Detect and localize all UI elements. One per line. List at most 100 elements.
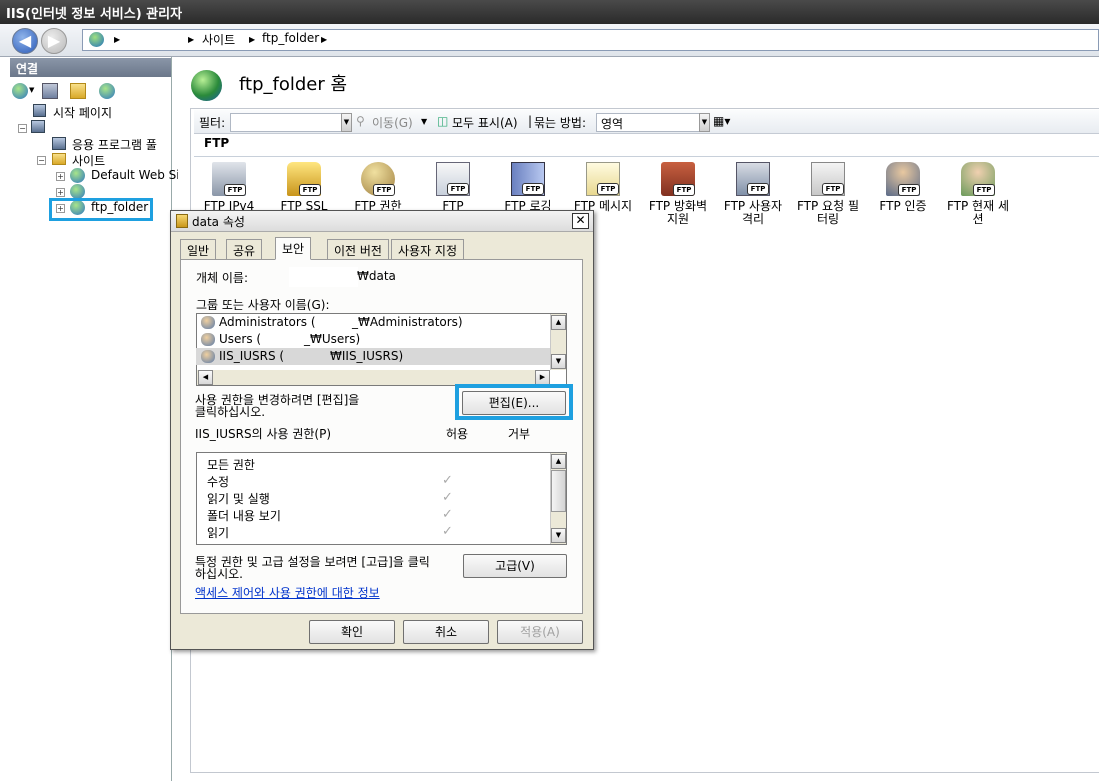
ok-button[interactable]: 확인 xyxy=(309,620,395,644)
perm-row-read-execute: 읽기 및 실행 xyxy=(207,492,270,506)
check-icon: ✓ xyxy=(442,490,453,505)
logging-icon: FTP xyxy=(511,162,545,196)
dropdown-arrow-icon[interactable]: ▼ xyxy=(421,117,427,126)
scroll-down-icon[interactable]: ▼ xyxy=(551,354,566,369)
disconnect-icon[interactable] xyxy=(99,83,115,99)
connections-title: 연결 xyxy=(16,62,39,76)
tree-item-app-pools[interactable]: 응용 프로그램 풀 xyxy=(72,136,157,153)
connections-header: 연결 xyxy=(10,58,171,77)
breadcrumb-ftp-folder[interactable]: ftp_folder xyxy=(262,31,319,45)
app-pool-icon xyxy=(52,137,66,150)
user-row-iis-iusrs-suffix: ₩IIS_IUSRS) xyxy=(330,349,404,363)
feature-ftp-firewall[interactable]: FTP FTP 방화벽 지원 xyxy=(643,162,713,226)
change-permission-text-2: 클릭하십시오. xyxy=(195,405,266,419)
highlight-box xyxy=(49,198,153,221)
check-icon: ✓ xyxy=(442,524,453,539)
sessions-icon: FTP xyxy=(961,162,995,196)
back-button[interactable]: ◀ xyxy=(12,28,38,54)
group-users-label: 그룹 또는 사용자 이름(G): xyxy=(196,298,330,312)
ipv4-icon: FTP xyxy=(212,162,246,196)
perm-row-list-folder: 폴더 내용 보기 xyxy=(207,509,281,523)
collapse-icon[interactable]: − xyxy=(18,124,27,133)
folder-up-icon[interactable] xyxy=(70,83,86,99)
scroll-up-icon[interactable]: ▲ xyxy=(551,315,566,330)
user-row-users-suffix: _₩Users) xyxy=(304,332,361,346)
object-name-label: 개체 이름: xyxy=(196,271,249,285)
user-isolation-icon: FTP xyxy=(736,162,770,196)
view-mode-icon[interactable]: ▦▾ xyxy=(713,114,730,128)
users-hscroll[interactable] xyxy=(197,370,550,385)
tree-item-sites[interactable]: 사이트 xyxy=(72,152,105,169)
scroll-thumb[interactable] xyxy=(551,470,566,512)
forward-button[interactable]: ▶ xyxy=(41,28,67,54)
folder-icon xyxy=(176,214,188,228)
breadcrumb-arrow-icon[interactable]: ▶ xyxy=(321,35,327,44)
collapse-icon[interactable]: − xyxy=(37,156,46,165)
directory-browsing-icon: FTP xyxy=(436,162,470,196)
group-dropdown-icon[interactable]: ▼ xyxy=(699,113,710,132)
binoculars-icon: ⚲ xyxy=(356,114,365,128)
tab-general[interactable]: 일반 xyxy=(180,239,217,259)
save-icon[interactable] xyxy=(42,83,58,99)
show-all-button[interactable]: 모두 표시(A) xyxy=(452,114,518,131)
request-filtering-icon: FTP xyxy=(811,162,845,196)
apply-button[interactable]: 적용(A) xyxy=(497,620,583,644)
section-header-ftp: FTP xyxy=(194,135,1099,157)
highlight-box xyxy=(455,384,573,420)
access-control-info-link[interactable]: 액세스 제어와 사용 권한에 대한 정보 xyxy=(195,584,380,601)
tab-sharing[interactable]: 공유 xyxy=(226,239,263,259)
feature-ftp-current-sessions[interactable]: FTP FTP 현재 세션 xyxy=(943,162,1013,226)
scroll-left-icon[interactable]: ◀ xyxy=(198,370,213,385)
feature-ftp-request-filtering[interactable]: FTP FTP 요청 필터링 xyxy=(793,162,863,226)
advanced-button[interactable]: 고급(V) xyxy=(463,554,567,578)
firewall-icon: FTP xyxy=(661,162,695,196)
tree-item-start-page[interactable]: 시작 페이지 xyxy=(53,104,112,121)
feature-ftp-authentication[interactable]: FTP FTP 인증 xyxy=(868,162,938,222)
start-page-icon xyxy=(33,104,46,117)
tab-security[interactable]: 보안 xyxy=(275,237,312,260)
tab-customize[interactable]: 사용자 지정 xyxy=(391,239,465,259)
filter-dropdown-icon[interactable]: ▼ xyxy=(341,113,352,132)
expand-icon[interactable]: + xyxy=(56,172,65,181)
user-row-administrators[interactable]: Administrators ( xyxy=(219,315,316,332)
dropdown-arrow-icon[interactable]: ▼ xyxy=(29,86,34,94)
page-title: ftp_folder 홈 xyxy=(239,74,348,95)
breadcrumb-arrow-icon[interactable]: ▶ xyxy=(249,35,255,44)
show-all-icon: ◫ xyxy=(437,114,449,128)
key-icon: FTP xyxy=(361,162,395,196)
site-globe-icon[interactable] xyxy=(70,184,85,199)
forward-arrow-icon: ▶ xyxy=(47,31,61,50)
close-button[interactable]: ✕ xyxy=(572,213,589,229)
perm-row-read: 읽기 xyxy=(207,526,230,540)
filter-input[interactable] xyxy=(230,113,342,132)
connect-globe-icon[interactable] xyxy=(12,83,28,99)
back-arrow-icon: ◀ xyxy=(18,31,32,50)
user-group-icon xyxy=(201,350,215,363)
user-group-icon xyxy=(201,316,215,329)
scroll-down-icon[interactable]: ▼ xyxy=(551,528,566,543)
server-icon[interactable] xyxy=(31,120,45,133)
tab-previous-versions[interactable]: 이전 버전 xyxy=(327,239,389,259)
breadcrumb-arrow-icon[interactable]: ▶ xyxy=(114,35,120,44)
section-title: FTP xyxy=(204,136,230,150)
user-row-users[interactable]: Users ( xyxy=(219,332,261,349)
breadcrumb-arrow-icon[interactable]: ▶ xyxy=(188,35,194,44)
cancel-button[interactable]: 취소 xyxy=(403,620,489,644)
user-row-administrators-suffix: _₩Administrators) xyxy=(352,315,463,329)
feature-ftp-user-isolation[interactable]: FTP FTP 사용자 격리 xyxy=(718,162,788,226)
toolbar-separator: | xyxy=(528,114,533,128)
advanced-text-2: 하십시오. xyxy=(195,567,243,581)
check-icon: ✓ xyxy=(442,507,453,522)
scroll-up-icon[interactable]: ▲ xyxy=(551,454,566,469)
breadcrumb-sites[interactable]: 사이트 xyxy=(202,31,235,48)
expand-icon[interactable]: + xyxy=(56,188,65,197)
go-button[interactable]: 이동(G) xyxy=(372,114,413,131)
scroll-right-icon[interactable]: ▶ xyxy=(535,370,550,385)
object-name-value: ₩data xyxy=(357,269,396,283)
sites-folder-icon xyxy=(52,153,66,165)
object-name-redacted xyxy=(289,267,358,287)
deny-column-header: 거부 xyxy=(508,427,531,441)
group-by-select[interactable]: 영역 xyxy=(596,113,710,132)
tree-item-default-web-site[interactable]: Default Web Si xyxy=(91,168,180,182)
user-row-iis-iusrs[interactable]: IIS_IUSRS ( xyxy=(219,349,284,366)
